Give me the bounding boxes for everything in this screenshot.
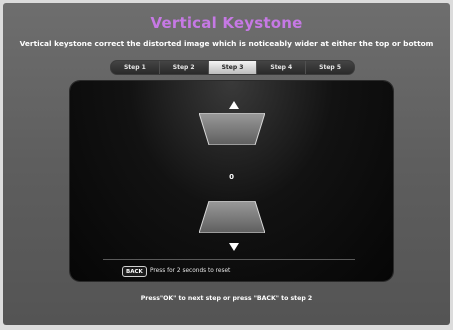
triangle-down-icon[interactable] [229,243,239,251]
keystone-panel: 0 BACK Press for 2 seconds to reset [70,81,393,281]
keystone-top-shape [199,113,265,145]
footer-instructions: Press"OK" to next step or press "BACK" t… [140,295,313,302]
step-3[interactable]: Step 3 [208,61,258,74]
step-5[interactable]: Step 5 [306,61,354,74]
step-2[interactable]: Step 2 [159,61,209,74]
osd-window: Vertical Keystone Vertical keystone corr… [3,3,450,325]
page-title: Vertical Keystone [150,14,303,32]
reset-hint: Press for 2 seconds to reset [150,268,231,274]
step-progress: Step 1 Step 2 Step 3 Step 4 Step 5 [110,60,355,75]
divider [103,259,355,260]
keystone-value: 0 [229,173,234,181]
step-4[interactable]: Step 4 [257,61,307,74]
back-key-icon: BACK [122,266,147,277]
step-1[interactable]: Step 1 [111,61,160,74]
page-description: Vertical keystone correct the distorted … [19,39,434,48]
keystone-bottom-shape [199,201,265,233]
triangle-up-icon[interactable] [229,101,239,109]
